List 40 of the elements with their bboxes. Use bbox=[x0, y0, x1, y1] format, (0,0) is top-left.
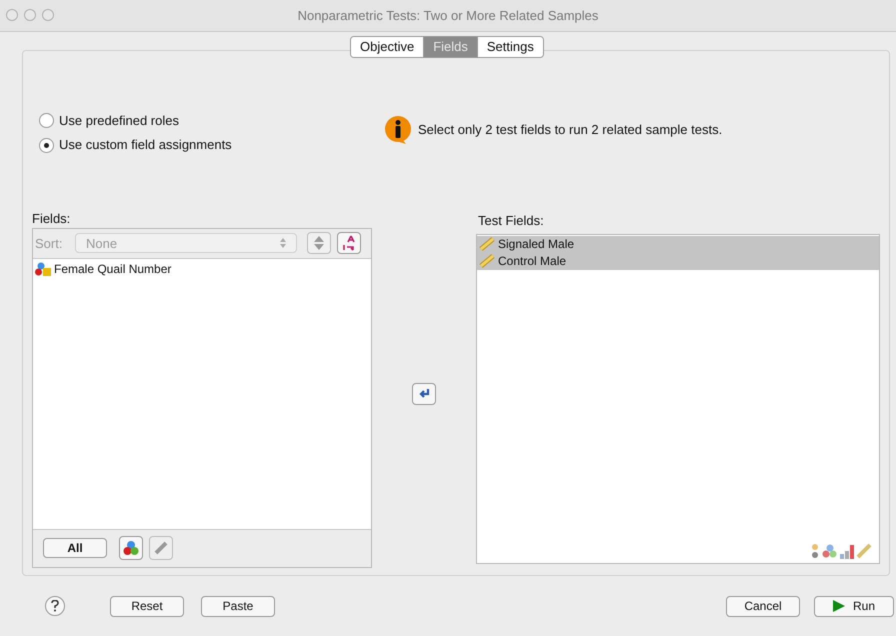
move-back-button[interactable] bbox=[412, 383, 436, 406]
radio-button[interactable] bbox=[39, 113, 54, 128]
ruler-icon bbox=[154, 541, 168, 556]
tab[interactable]: Settings bbox=[476, 36, 543, 57]
window-title: Nonparametric Tests: Two or More Related Samples bbox=[296, 6, 600, 25]
field-item[interactable]: Signaled Male bbox=[477, 236, 879, 253]
ruler-icon bbox=[479, 254, 495, 268]
play-icon bbox=[832, 600, 845, 612]
measurement-levels-icon bbox=[811, 542, 873, 559]
run-button[interactable]: Run bbox=[814, 596, 894, 617]
info-message: Select only 2 test fields to run 2 related sample tests. bbox=[418, 121, 722, 139]
help-button[interactable] bbox=[45, 596, 65, 616]
info-icon bbox=[384, 114, 412, 145]
fields-label: Fields: bbox=[32, 210, 72, 227]
minimize-icon[interactable] bbox=[24, 9, 36, 22]
test-fields-list[interactable]: Signaled Male Control Male bbox=[476, 234, 880, 564]
alphabetical-sort-button[interactable] bbox=[337, 232, 361, 254]
up-down-icon bbox=[314, 236, 324, 250]
nominal-icon bbox=[35, 262, 51, 276]
dialog-button[interactable]: Cancel bbox=[726, 596, 800, 617]
all-button[interactable]: All bbox=[43, 538, 107, 558]
zoom-icon[interactable] bbox=[42, 9, 54, 22]
return-arrow-icon bbox=[418, 389, 430, 400]
radio-label[interactable]: Use predefined roles bbox=[59, 110, 179, 130]
close-icon[interactable] bbox=[6, 9, 18, 22]
radio-label[interactable]: Use custom field assignments bbox=[59, 135, 232, 155]
help-icon bbox=[51, 600, 59, 612]
sort-label: Sort: bbox=[35, 234, 64, 252]
radio-button[interactable] bbox=[39, 138, 54, 152]
dialog-button[interactable]: Reset bbox=[110, 596, 184, 617]
nominal-icon bbox=[123, 540, 139, 556]
sort-order-button[interactable] bbox=[307, 232, 331, 254]
ruler-icon bbox=[479, 237, 495, 252]
stepper-icon bbox=[280, 238, 286, 248]
sort-arrow-icon bbox=[342, 235, 356, 252]
nominal-filter-button[interactable] bbox=[119, 536, 143, 560]
dialog-button[interactable]: Paste bbox=[201, 596, 275, 617]
field-item[interactable]: Control Male bbox=[477, 252, 879, 270]
test-fields-label: Test Fields: bbox=[478, 212, 545, 229]
scale-filter-button[interactable] bbox=[149, 536, 173, 560]
